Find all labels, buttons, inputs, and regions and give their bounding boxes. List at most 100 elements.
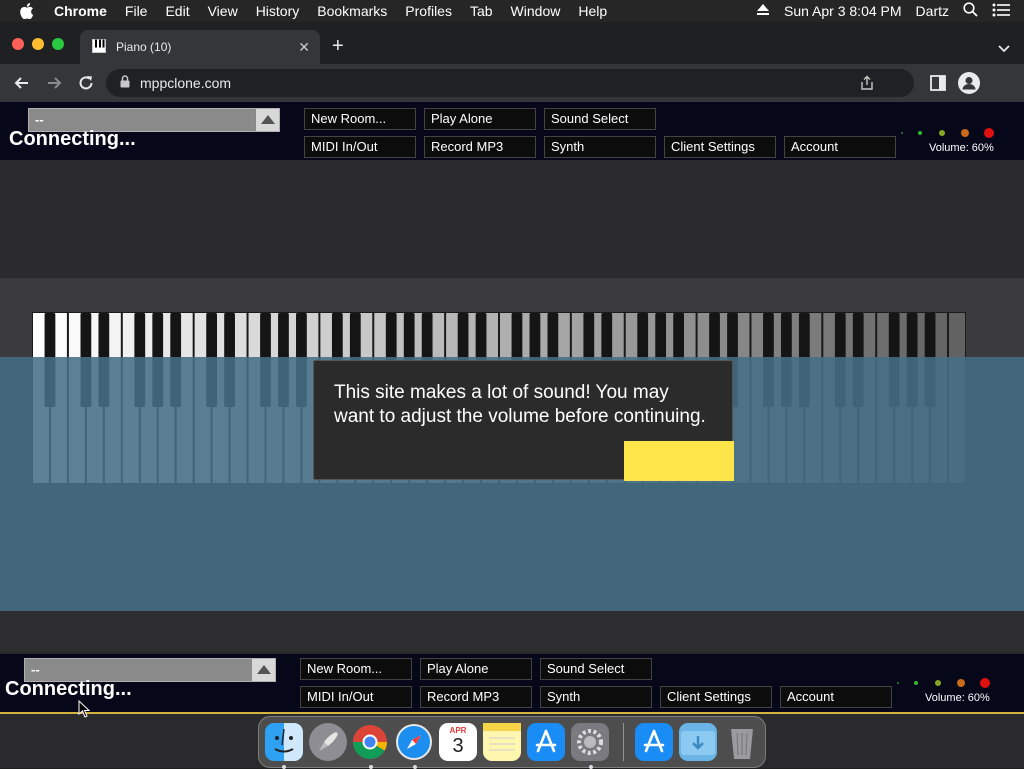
volume-label: Volume: 60% [925,692,990,704]
connection-status: Connecting... [9,128,136,150]
menu-view[interactable]: View [208,3,238,19]
lock-icon[interactable] [120,75,130,91]
downloads-folder-icon[interactable] [679,723,717,761]
triangle-up-icon[interactable] [251,659,275,681]
menu-tab[interactable]: Tab [470,3,493,19]
sound-select-button[interactable]: Sound Select [540,658,652,680]
volume-dot [918,131,922,135]
running-indicator [369,765,373,769]
volume-dot [935,680,941,686]
menu-file[interactable]: File [125,3,148,19]
safari-compass-icon[interactable] [395,723,433,761]
address-bar[interactable]: mppclone.com [106,69,914,97]
bottom-controls-bar: -- Connecting... New Room... Play Alone … [0,654,1024,712]
menu-profiles[interactable]: Profiles [405,3,452,19]
volume-label: Volume: 60% [929,142,994,154]
account-button[interactable]: Account [780,686,892,708]
sound-warning-dialog: This site makes a lot of sound! You may … [313,360,734,481]
new-room-button[interactable]: New Room... [300,658,412,680]
tab-close-icon[interactable]: ✕ [298,39,310,56]
chat-area [0,160,1024,278]
eject-icon[interactable] [756,3,770,19]
side-panel-icon[interactable] [930,75,946,96]
tab-title: Piano (10) [116,40,172,54]
connection-status: Connecting... [5,678,132,700]
window-minimize-button[interactable] [32,38,44,50]
reload-icon[interactable] [76,73,96,93]
top-controls-bar: -- Connecting... New Room... Play Alone … [0,102,1024,160]
room-select-value: -- [35,112,44,127]
macos-dock: APR 3 [258,716,766,769]
page-viewport: -- Connecting... New Room... Play Alone … [0,102,1024,768]
volume-dot [961,129,969,137]
menu-bookmarks[interactable]: Bookmarks [317,3,387,19]
running-indicator [589,765,593,769]
app-store-downloads-icon[interactable] [635,723,673,761]
calendar-month: APR [449,726,467,735]
menu-app-name[interactable]: Chrome [54,3,107,19]
client-settings-button[interactable]: Client Settings [660,686,772,708]
dock-separator [623,723,624,761]
chrome-icon[interactable] [351,723,389,761]
volume-dot [914,681,918,685]
share-icon[interactable] [860,75,874,94]
volume-dot [957,679,965,687]
calendar-day: 3 [452,735,464,757]
triangle-up-icon[interactable] [255,109,279,131]
record-mp3-button[interactable]: Record MP3 [424,136,536,158]
forward-arrow-icon[interactable] [44,73,64,93]
record-mp3-button[interactable]: Record MP3 [420,686,532,708]
sound-select-button[interactable]: Sound Select [544,108,656,130]
sound-warning-text: This site makes a lot of sound! You may … [334,382,706,427]
synth-button[interactable]: Synth [544,136,656,158]
tab-search-chevron-icon[interactable] [998,40,1010,58]
volume-dot [939,130,945,136]
calendar-icon[interactable]: APR 3 [439,723,477,761]
menu-help[interactable]: Help [578,3,607,19]
apple-icon[interactable] [20,3,38,19]
finder-icon[interactable] [265,723,303,761]
menu-user[interactable]: Dartz [916,3,949,19]
spotlight-search-icon[interactable] [963,2,978,20]
menu-datetime[interactable]: Sun Apr 3 8:04 PM [784,3,902,19]
system-preferences-gear-icon[interactable] [571,723,609,761]
menu-history[interactable]: History [256,3,300,19]
new-tab-plus-icon[interactable]: + [332,36,344,56]
room-select-value: -- [31,662,40,677]
piano-favicon-icon [92,38,106,56]
browser-tab-piano[interactable]: Piano (10) ✕ [80,30,320,64]
volume-dot [897,682,899,684]
running-indicator [282,765,286,769]
page-lower-area [0,611,1024,652]
macos-menu-bar: Chrome File Edit View History Bookmarks … [0,0,1024,22]
notes-icon[interactable] [483,723,521,761]
launchpad-rocket-icon[interactable] [309,723,347,761]
play-alone-button[interactable]: Play Alone [424,108,536,130]
control-center-icon[interactable] [992,3,1010,20]
window-close-button[interactable] [12,38,24,50]
url-text[interactable]: mppclone.com [140,75,231,91]
bottom-bar-border [0,712,1024,714]
profile-avatar-icon[interactable] [958,72,980,94]
window-zoom-button[interactable] [52,38,64,50]
running-indicator [413,765,417,769]
trash-icon[interactable] [723,723,761,761]
play-alone-button[interactable]: Play Alone [420,658,532,680]
menu-edit[interactable]: Edit [165,3,189,19]
volume-knob[interactable] [984,128,994,138]
mouse-cursor-icon [78,699,91,723]
browser-tab-strip: Piano (10) ✕ + [0,22,1024,64]
client-settings-button[interactable]: Client Settings [664,136,776,158]
volume-dot [901,132,903,134]
new-room-button[interactable]: New Room... [304,108,416,130]
app-store-icon[interactable] [527,723,565,761]
synth-button[interactable]: Synth [540,686,652,708]
midi-in-out-button[interactable]: MIDI In/Out [300,686,412,708]
browser-toolbar: mppclone.com [0,64,1024,102]
midi-in-out-button[interactable]: MIDI In/Out [304,136,416,158]
notice-continue-button[interactable] [624,441,734,481]
volume-knob[interactable] [980,678,990,688]
back-arrow-icon[interactable] [12,73,32,93]
menu-window[interactable]: Window [511,3,561,19]
account-button[interactable]: Account [784,136,896,158]
